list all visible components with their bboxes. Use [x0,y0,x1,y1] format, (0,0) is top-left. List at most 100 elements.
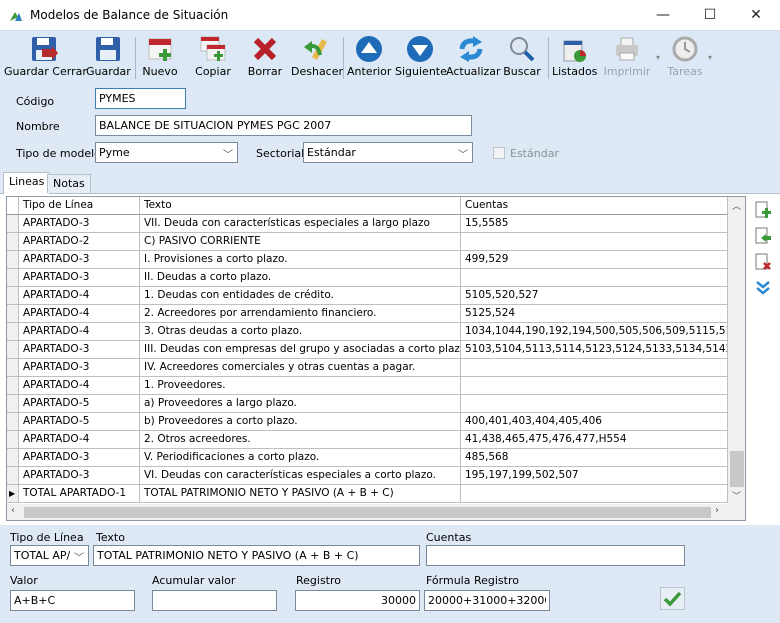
tareas-button[interactable]: Tareas [665,33,705,83]
table-row[interactable]: APARTADO-5 a) Proveedores a largo plazo. [7,395,728,413]
cell-texto[interactable]: I. Provisiones a corto plazo. [140,251,461,269]
table-row[interactable]: APARTADO-3 II. Deudas a corto plazo. [7,269,728,287]
table-row[interactable]: APARTADO-3 I. Provisiones a corto plazo. 4… [7,251,728,269]
cell-tipo[interactable]: APARTADO-3 [19,215,140,233]
detail-tipo-select[interactable]: TOTAL AP/﹀ [10,545,89,566]
hscroll-thumb[interactable] [24,507,711,518]
row-indicator[interactable] [7,377,19,395]
row-indicator[interactable] [7,449,19,467]
table-row[interactable]: APARTADO-3 VII. Deuda con características… [7,215,728,233]
cell-cuentas[interactable]: 5125,524 [461,305,728,323]
cell-texto[interactable]: b) Proveedores a corto plazo. [140,413,461,431]
row-indicator[interactable] [7,269,19,287]
cell-cuentas[interactable]: 485,568 [461,449,728,467]
cell-cuentas[interactable]: 5105,520,527 [461,287,728,305]
cell-cuentas[interactable] [461,359,728,377]
cell-tipo[interactable]: TOTAL APARTADO-1 [19,485,140,503]
cell-tipo[interactable]: APARTADO-4 [19,323,140,341]
horizontal-scrollbar[interactable]: ‹ › [7,504,745,520]
nuevo-button[interactable]: Nuevo [140,33,180,83]
cell-tipo[interactable]: APARTADO-3 [19,269,140,287]
listados-button[interactable]: Listados [552,33,597,83]
row-indicator[interactable] [7,395,19,413]
imprimir-dropdown-icon[interactable]: ▾ [656,53,660,62]
cell-tipo[interactable]: APARTADO-5 [19,413,140,431]
scroll-thumb[interactable] [730,451,744,487]
scroll-left-icon[interactable]: ‹ [11,505,15,516]
cell-cuentas[interactable]: 41,438,465,475,476,477,H554 [461,431,728,449]
row-indicator[interactable] [7,233,19,251]
cell-texto[interactable]: II. Deudas a corto plazo. [140,269,461,287]
row-indicator[interactable] [7,413,19,431]
cell-texto[interactable]: 1. Proveedores. [140,377,461,395]
cell-texto[interactable]: 2. Acreedores por arrendamiento financie… [140,305,461,323]
cell-tipo[interactable]: APARTADO-4 [19,287,140,305]
actualizar-button[interactable]: Actualizar [446,33,501,83]
guardar-cerrar-button[interactable]: Guardar Cerrar [4,33,87,83]
row-indicator[interactable] [7,341,19,359]
cell-texto[interactable]: 2. Otros acreedores. [140,431,461,449]
anterior-button[interactable]: Anterior [347,33,391,83]
cell-tipo[interactable]: APARTADO-4 [19,305,140,323]
cell-tipo[interactable]: APARTADO-3 [19,359,140,377]
detail-acumular-input[interactable] [152,590,277,611]
table-row[interactable]: APARTADO-4 1. Deudas con entidades de cré… [7,287,728,305]
borrar-button[interactable]: Borrar [245,33,285,83]
row-indicator[interactable] [7,323,19,341]
tipo-modelo-select[interactable]: Pyme ﹀ [95,142,238,163]
deshacer-button[interactable]: Deshacer [291,33,343,83]
cell-tipo[interactable]: APARTADO-3 [19,251,140,269]
cell-cuentas[interactable] [461,269,728,287]
cell-texto[interactable]: a) Proveedores a largo plazo. [140,395,461,413]
tab-notas[interactable]: Notas [47,174,91,193]
table-row[interactable]: APARTADO-4 1. Proveedores. [7,377,728,395]
detail-texto-input[interactable] [93,545,420,566]
sectorial-select[interactable]: Estándar ﹀ [303,142,473,163]
cell-tipo[interactable]: APARTADO-2 [19,233,140,251]
close-button[interactable]: ✕ [733,0,779,30]
cell-cuentas[interactable]: 5103,5104,5113,5114,5123,5124,5133,5134,… [461,341,728,359]
cell-texto[interactable]: VI. Deudas con características especiale… [140,467,461,485]
cell-texto[interactable]: IV. Acreedores comerciales y otras cuent… [140,359,461,377]
expand-button[interactable] [753,278,773,298]
detail-cuentas-input[interactable] [426,545,685,566]
row-indicator[interactable] [7,359,19,377]
cell-texto[interactable]: TOTAL PATRIMONIO NETO Y PASIVO (A + B + … [140,485,461,503]
table-row[interactable]: APARTADO-3 III. Deudas con empresas del g… [7,341,728,359]
cell-cuentas[interactable]: 499,529 [461,251,728,269]
cell-cuentas[interactable] [461,395,728,413]
table-row[interactable]: APARTADO-3 IV. Acreedores comerciales y o… [7,359,728,377]
scroll-down-icon[interactable]: ﹀ [732,489,741,502]
detail-valor-input[interactable] [10,590,135,611]
cell-cuentas[interactable]: 1034,1044,190,192,194,500,505,506,509,51… [461,323,728,341]
table-row[interactable]: APARTADO-5 b) Proveedores a corto plazo. 4… [7,413,728,431]
insert-line-button[interactable] [753,226,773,246]
detail-formula-input[interactable] [424,590,550,611]
table-row[interactable]: APARTADO-3 V. Periodificaciones a corto p… [7,449,728,467]
siguiente-button[interactable]: Siguiente [395,33,447,83]
row-indicator[interactable] [7,431,19,449]
delete-line-button[interactable] [753,252,773,272]
cell-texto[interactable]: 1. Deudas con entidades de crédito. [140,287,461,305]
row-indicator[interactable] [7,467,19,485]
nombre-input[interactable] [95,115,472,136]
codigo-input[interactable] [95,88,186,109]
cell-texto[interactable]: III. Deudas con empresas del grupo y aso… [140,341,461,359]
scroll-right-icon[interactable]: › [715,505,719,516]
detail-registro-input[interactable] [295,590,420,611]
minimize-button[interactable]: — [640,0,686,30]
cell-tipo[interactable]: APARTADO-3 [19,341,140,359]
cell-texto[interactable]: V. Periodificaciones a corto plazo. [140,449,461,467]
row-indicator[interactable] [7,215,19,233]
tareas-dropdown-icon[interactable]: ▾ [708,53,712,62]
cell-texto[interactable]: VII. Deuda con características especiale… [140,215,461,233]
estandar-checkbox[interactable] [493,147,505,159]
accept-button[interactable] [660,587,685,610]
cell-tipo[interactable]: APARTADO-3 [19,449,140,467]
table-row[interactable]: APARTADO-2 C) PASIVO CORRIENTE [7,233,728,251]
cell-cuentas[interactable]: 15,5585 [461,215,728,233]
table-row[interactable]: APARTADO-4 2. Acreedores por arrendamient… [7,305,728,323]
copiar-button[interactable]: Copiar [193,33,233,83]
header-tipo[interactable]: Tipo de Línea [19,197,140,215]
table-row[interactable]: APARTADO-3 VI. Deudas con características… [7,467,728,485]
